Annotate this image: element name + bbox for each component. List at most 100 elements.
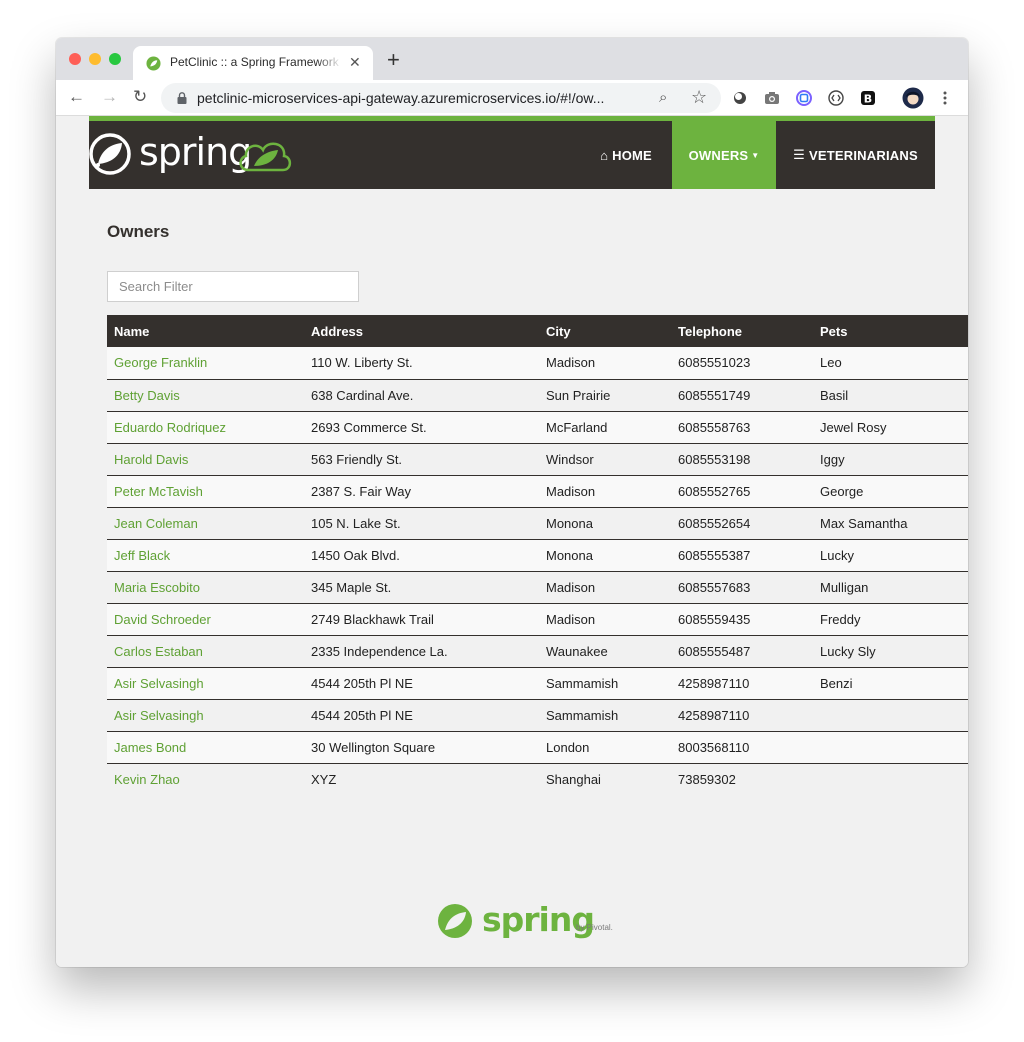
footer-pivotal-tagline: by Pivotal. [576, 923, 613, 932]
nav-home[interactable]: ⌂ HOME [586, 121, 666, 189]
nav-owners[interactable]: OWNERS ▼ [672, 121, 776, 189]
zoom-window-button[interactable] [109, 53, 121, 65]
address-cell: 638 Cardinal Ave. [304, 379, 539, 412]
address-cell: 563 Friendly St. [304, 443, 539, 476]
name-cell: Kevin Zhao [107, 763, 304, 795]
owner-name-link[interactable]: Jeff Black [114, 548, 170, 563]
address-cell: 2693 Commerce St. [304, 411, 539, 444]
search-filter-input[interactable] [107, 271, 359, 302]
close-window-button[interactable] [69, 53, 81, 65]
city-cell: Shanghai [539, 763, 671, 795]
owner-name-link[interactable]: Carlos Estaban [114, 644, 203, 659]
tab-title: PetClinic :: a Spring Framework [170, 55, 339, 69]
tab-close-icon[interactable]: ✕ [349, 54, 361, 70]
city-cell: McFarland [539, 411, 671, 444]
address-cell: 30 Wellington Square [304, 731, 539, 764]
owner-name-link[interactable]: Kevin Zhao [114, 772, 180, 787]
new-tab-button[interactable]: + [387, 49, 400, 71]
reload-icon[interactable]: ↻ [133, 87, 147, 107]
extension-circle-icon[interactable] [731, 89, 749, 107]
owner-name-link[interactable]: James Bond [114, 740, 186, 755]
city-cell: Madison [539, 603, 671, 636]
code-extension-icon[interactable] [827, 89, 845, 107]
pets-cell: George [813, 475, 968, 508]
bold-b-extension-icon[interactable]: B [859, 89, 877, 107]
header-telephone: Telephone [671, 315, 813, 347]
address-cell: 110 W. Liberty St. [304, 347, 539, 380]
table-row: David Schroeder 2749 Blackhawk Trail Madis… [107, 603, 968, 636]
telephone-cell: 6085551023 [671, 347, 813, 380]
owner-name-link[interactable]: Peter McTavish [114, 484, 203, 499]
owners-table: Name Address City Telephone Pets George … [107, 315, 968, 795]
nav-home-label: HOME [612, 147, 652, 163]
city-cell: Madison [539, 347, 671, 380]
page-content: spring ⌂ HOME OWNERS ▼ ☰ VETERINARIANS O… [56, 116, 968, 967]
name-cell: Maria Escobito [107, 571, 304, 604]
owner-name-link[interactable]: Betty Davis [114, 388, 180, 403]
profile-avatar-icon[interactable] [902, 87, 924, 109]
table-row: George Franklin 110 W. Liberty St. Madison… [107, 347, 968, 380]
telephone-cell: 6085559435 [671, 603, 813, 636]
pets-cell: Basil [813, 379, 968, 412]
telephone-cell: 6085552765 [671, 475, 813, 508]
header-city: City [539, 315, 671, 347]
pets-cell [813, 731, 968, 764]
name-cell: Asir Selvasingh [107, 699, 304, 732]
telephone-cell: 4258987110 [671, 667, 813, 700]
footer-spring-logo: spring by Pivotal. [436, 900, 626, 944]
city-cell: Sammamish [539, 667, 671, 700]
address-cell: 2387 S. Fair Way [304, 475, 539, 508]
owner-name-link[interactable]: Asir Selvasingh [114, 708, 204, 723]
bookmark-star-icon[interactable]: ☆ [691, 87, 707, 108]
nav-veterinarians-label: VETERINARIANS [809, 147, 918, 163]
table-row: Asir Selvasingh 4544 205th Pl NE Sammamish… [107, 667, 968, 700]
address-cell: 105 N. Lake St. [304, 507, 539, 540]
table-row: James Bond 30 Wellington Square London 8003… [107, 731, 968, 764]
nav-veterinarians[interactable]: ☰ VETERINARIANS [776, 121, 935, 189]
owner-name-link[interactable]: Maria Escobito [114, 580, 200, 595]
pets-cell: Lucky Sly [813, 635, 968, 668]
owner-name-link[interactable]: Harold Davis [114, 452, 188, 467]
pets-cell: Mulligan [813, 571, 968, 604]
name-cell: David Schroeder [107, 603, 304, 636]
owner-name-link[interactable]: Asir Selvasingh [114, 676, 204, 691]
city-cell: Waunakee [539, 635, 671, 668]
extension-ring-icon[interactable] [795, 89, 813, 107]
minimize-window-button[interactable] [89, 53, 101, 65]
city-cell: London [539, 731, 671, 764]
footer-spring-leaf-icon [438, 904, 472, 938]
telephone-cell: 6085551749 [671, 379, 813, 412]
pets-cell: Max Samantha [813, 507, 968, 540]
table-row: Jeff Black 1450 Oak Blvd. Monona 6085555387… [107, 539, 968, 572]
pets-cell: Benzi [813, 667, 968, 700]
zoom-icon[interactable]: ⌕ [659, 89, 667, 106]
name-cell: Peter McTavish [107, 475, 304, 508]
spring-leaf-icon [89, 133, 131, 175]
back-arrow-icon[interactable]: ← [68, 87, 85, 107]
city-cell: Madison [539, 475, 671, 508]
owner-name-link[interactable]: Jean Coleman [114, 516, 198, 531]
list-icon: ☰ [793, 147, 806, 162]
header-address: Address [304, 315, 539, 347]
telephone-cell: 6085555487 [671, 635, 813, 668]
table-row: Asir Selvasingh 4544 205th Pl NE Sammamish… [107, 699, 968, 732]
owner-name-link[interactable]: Eduardo Rodriquez [114, 420, 226, 435]
pets-cell: Jewel Rosy [813, 411, 968, 444]
table-row: Maria Escobito 345 Maple St. Madison 608555… [107, 571, 968, 604]
menu-kebab-icon[interactable] [936, 89, 954, 107]
browser-tab[interactable]: PetClinic :: a Spring Framework ✕ [133, 46, 373, 80]
pets-cell: Leo [813, 347, 968, 380]
lock-icon [177, 92, 187, 104]
header-name: Name [107, 315, 304, 347]
address-bar[interactable]: petclinic-microservices-api-gateway.azur… [161, 83, 721, 113]
table-header-row: Name Address City Telephone Pets [107, 315, 968, 347]
spring-logo[interactable]: spring [89, 129, 299, 177]
owner-name-link[interactable]: David Schroeder [114, 612, 211, 627]
url-text[interactable]: petclinic-microservices-api-gateway.azur… [197, 90, 652, 108]
name-cell: Jean Coleman [107, 507, 304, 540]
camera-icon[interactable] [763, 89, 781, 107]
owner-name-link[interactable]: George Franklin [114, 355, 207, 370]
table-row: Kevin Zhao XYZ Shanghai 73859302 [107, 763, 968, 795]
forward-arrow-icon[interactable]: → [101, 87, 118, 107]
svg-text:B: B [864, 92, 872, 105]
